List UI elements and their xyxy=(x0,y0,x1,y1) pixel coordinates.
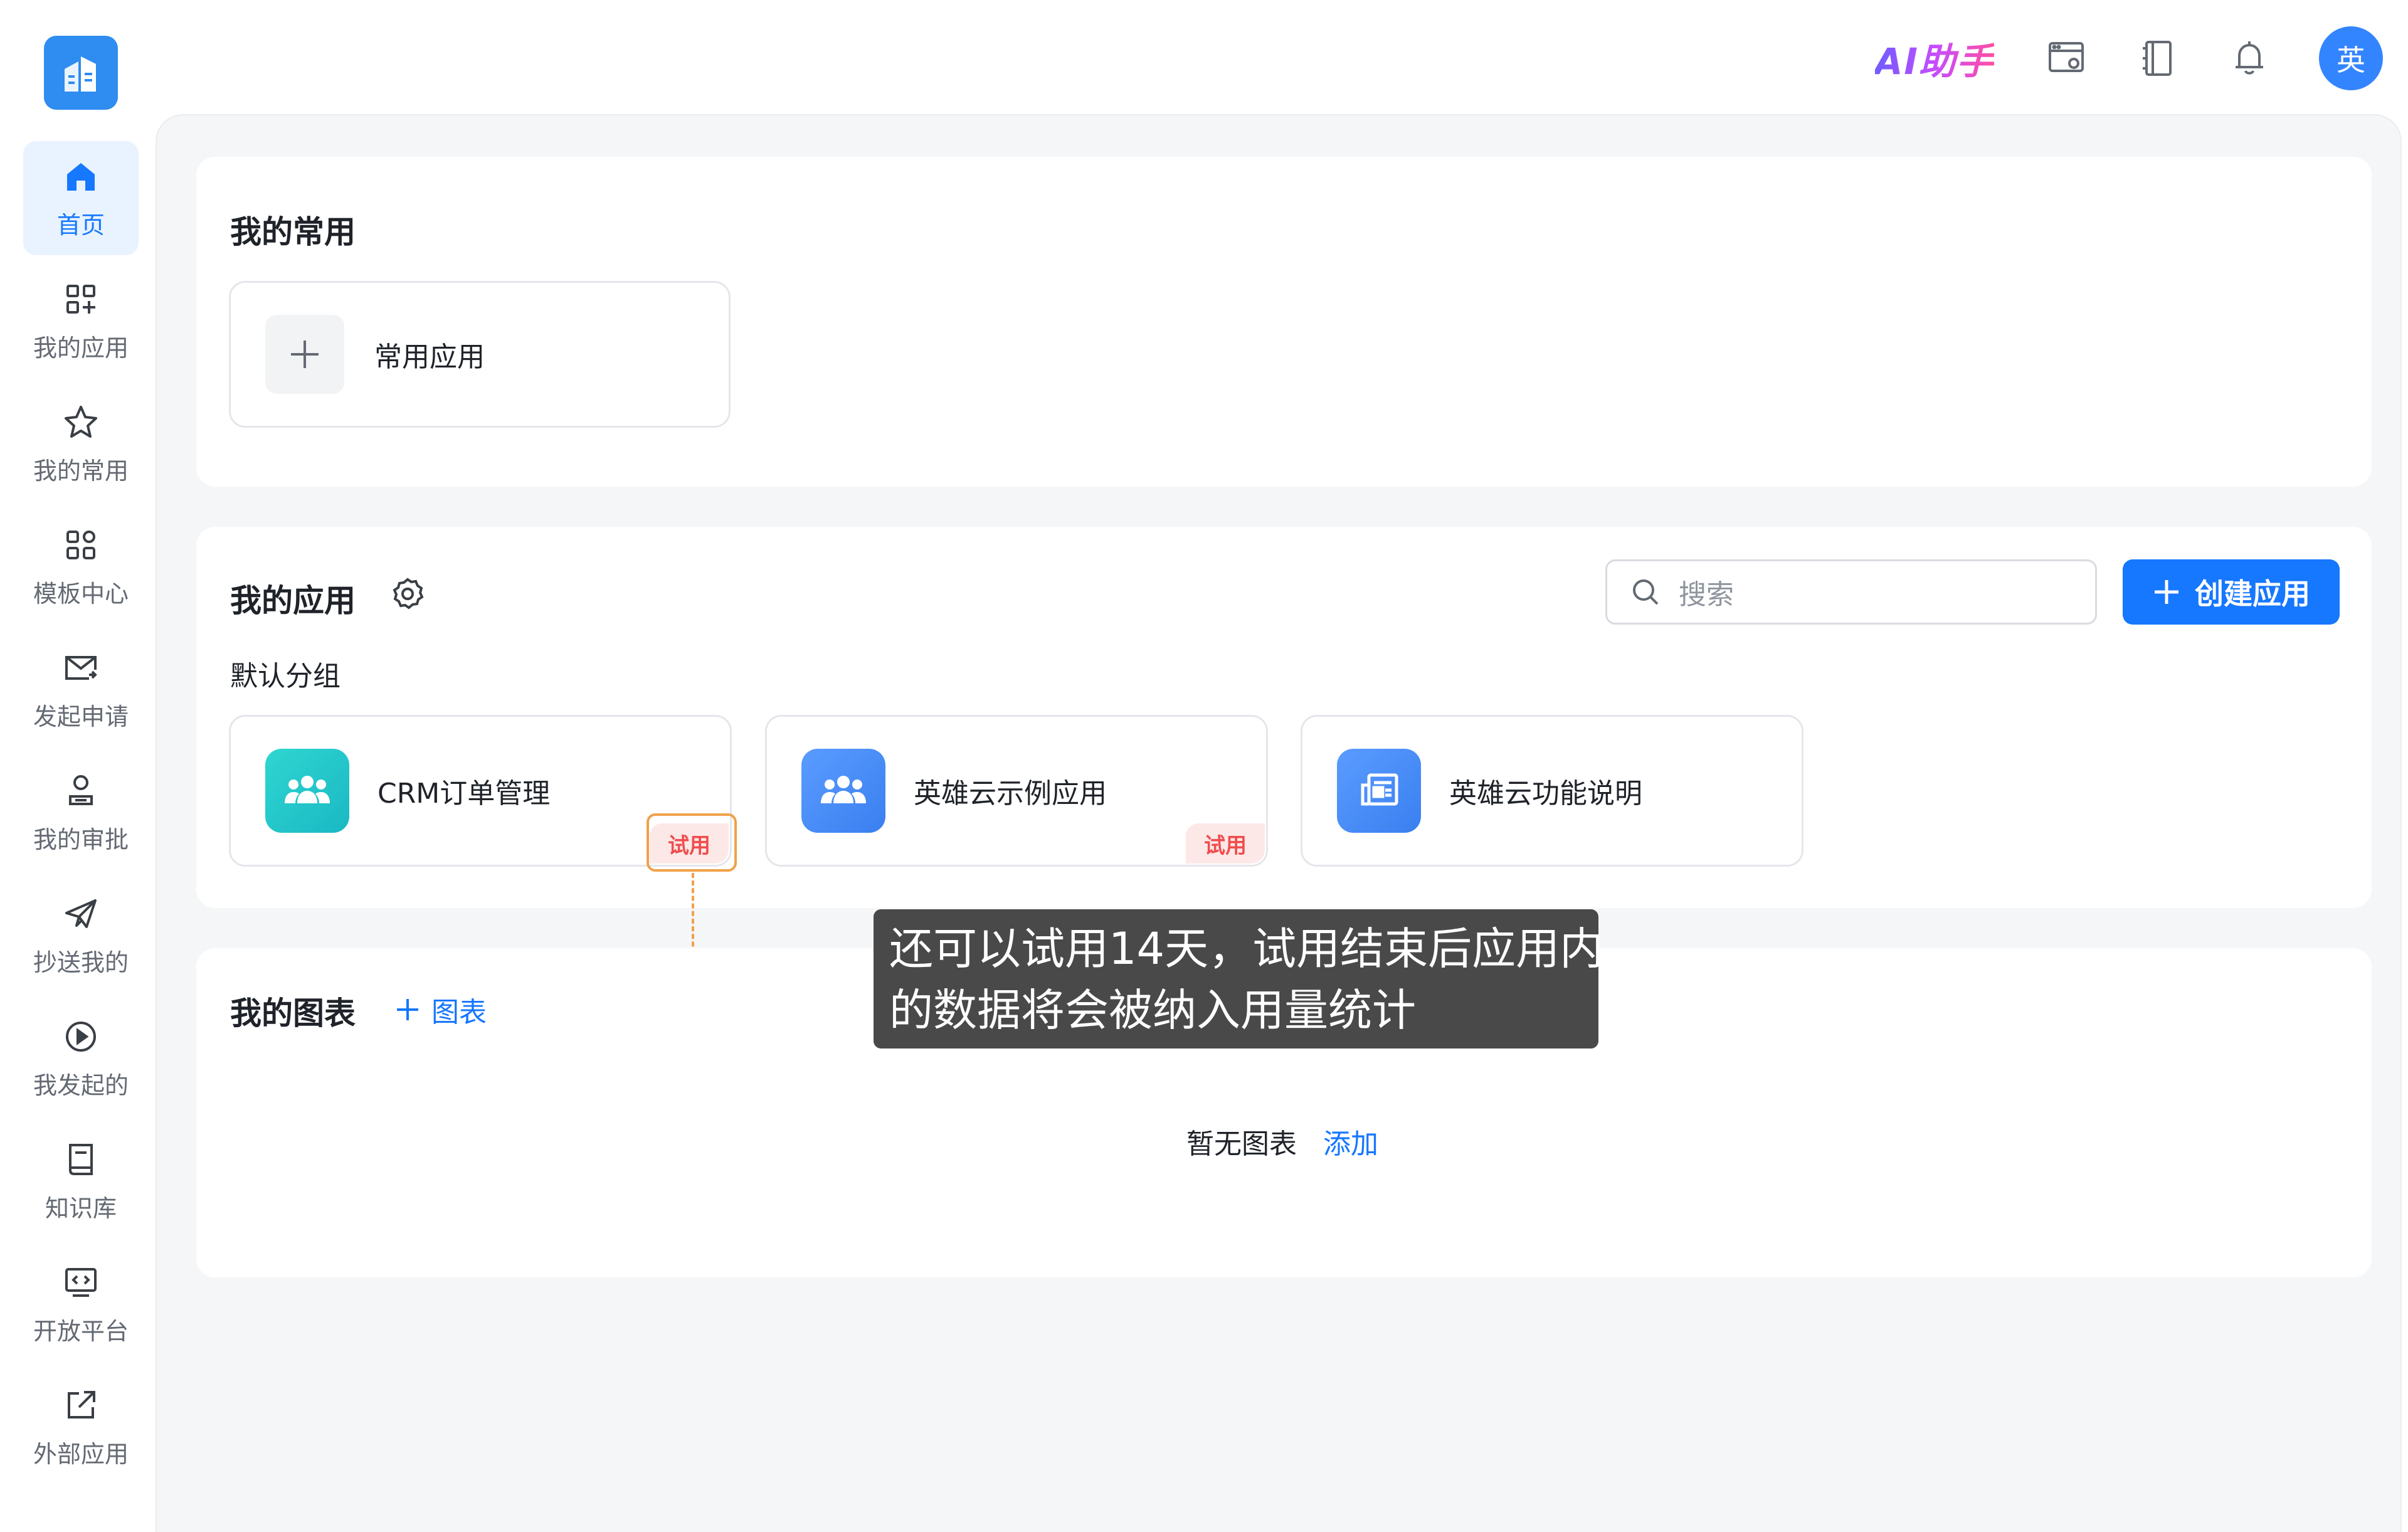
external-link-icon xyxy=(61,1386,100,1425)
sidebar-item-external-apps[interactable]: 外部应用 xyxy=(23,1370,139,1484)
sidebar-nav: 首页 我的应用 我的常用 模板中心 发起申请 我的审批 抄送我的 我发起的 知识… xyxy=(6,141,157,1493)
sidebar-item-label: 开放平台 xyxy=(33,1317,129,1345)
search-icon xyxy=(1633,579,1659,605)
paper-plane-icon xyxy=(61,894,100,933)
default-group-label: 默认分组 xyxy=(230,660,341,692)
sidebar-item-my-apps[interactable]: 我的应用 xyxy=(23,264,139,378)
sidebar-item-label: 抄送我的 xyxy=(33,948,129,976)
add-chart-link[interactable]: 添加 xyxy=(1323,1121,1378,1161)
mail-send-icon xyxy=(61,648,100,687)
person-approve-icon xyxy=(61,771,100,810)
trial-tooltip: 还可以试用14天，试用结束后应用内 的数据将会被纳入用量统计 xyxy=(874,909,1604,1049)
create-app-label: 创建应用 xyxy=(2195,577,2310,611)
browser-settings-icon[interactable] xyxy=(2044,36,2088,80)
app-card-sample[interactable]: 英雄云示例应用 试用 xyxy=(765,715,1268,867)
sidebar-item-label: 我的审批 xyxy=(33,825,129,853)
sidebar-item-label: 外部应用 xyxy=(33,1440,129,1468)
ai-assistant-button[interactable]: AI助手 xyxy=(1875,32,1994,85)
add-favorite-app-card[interactable]: 常用应用 xyxy=(229,281,731,428)
sidebar-item-label: 首页 xyxy=(56,211,105,239)
sidebar-item-cc-me[interactable]: 抄送我的 xyxy=(23,879,139,993)
sidebar-item-label: 发起申请 xyxy=(33,702,129,731)
tooltip-line: 的数据将会被纳入用量统计 xyxy=(889,985,1416,1036)
empty-text: 暂无图表 xyxy=(1186,1128,1297,1160)
book-icon xyxy=(61,1140,100,1179)
add-chart-label: 图表 xyxy=(431,996,487,1028)
sidebar-item-initiated[interactable]: 我发起的 xyxy=(23,1001,139,1116)
trial-badge: 试用 xyxy=(1186,823,1265,864)
app-card-feature-guide[interactable]: 英雄云功能说明 xyxy=(1301,715,1803,867)
sidebar-item-label: 知识库 xyxy=(45,1194,117,1222)
trial-highlight-box xyxy=(647,813,737,872)
plus-icon xyxy=(397,999,418,1020)
building-logo-icon xyxy=(65,56,96,92)
notebook-icon[interactable] xyxy=(2136,36,2180,80)
my-apps-title: 我的应用 xyxy=(230,583,356,619)
sidebar-item-open-platform[interactable]: 开放平台 xyxy=(23,1247,139,1361)
code-monitor-icon xyxy=(61,1263,100,1302)
charts-title: 我的图表 xyxy=(230,995,356,1032)
sidebar-item-label: 模板中心 xyxy=(33,579,129,608)
plus-icon xyxy=(291,341,319,368)
team-icon xyxy=(265,749,349,833)
sidebar-item-label: 我发起的 xyxy=(33,1071,129,1099)
add-chart-button[interactable]: 图表 xyxy=(395,990,487,1030)
bell-icon[interactable] xyxy=(2227,36,2271,80)
top-toolbar: AI助手 英 xyxy=(1875,25,2383,92)
sidebar-item-label: 我的常用 xyxy=(33,457,129,485)
sidebar-item-label: 我的应用 xyxy=(33,334,129,362)
favorites-title: 我的常用 xyxy=(230,214,356,250)
document-icon xyxy=(1337,749,1421,833)
plus-icon xyxy=(2155,580,2178,604)
sidebar-item-templates[interactable]: 模板中心 xyxy=(23,510,139,624)
sidebar-item-home[interactable]: 首页 xyxy=(23,141,139,255)
app-logo[interactable] xyxy=(44,36,118,110)
template-grid-icon xyxy=(61,526,100,564)
home-icon xyxy=(61,157,100,196)
sidebar-item-knowledge-base[interactable]: 知识库 xyxy=(23,1124,139,1239)
add-favorite-button[interactable] xyxy=(265,315,344,394)
app-search-input[interactable]: 搜索 xyxy=(1605,559,2097,625)
search-placeholder: 搜索 xyxy=(1679,579,1734,611)
app-name: CRM订单管理 xyxy=(378,778,551,810)
sidebar-item-favorites[interactable]: 我的常用 xyxy=(23,387,139,501)
create-app-button[interactable]: 创建应用 xyxy=(2123,559,2340,625)
sidebar-item-my-approvals[interactable]: 我的审批 xyxy=(23,756,139,870)
user-avatar[interactable]: 英 xyxy=(2319,26,2383,90)
team-icon xyxy=(801,749,885,833)
apps-grid-plus-icon xyxy=(61,280,100,319)
sidebar-item-submit-request[interactable]: 发起申请 xyxy=(23,633,139,747)
app-settings-icon[interactable] xyxy=(390,576,425,611)
star-icon xyxy=(61,403,100,441)
app-name: 英雄云示例应用 xyxy=(914,778,1107,810)
app-name: 英雄云功能说明 xyxy=(1449,778,1642,810)
tooltip-line: 还可以试用14天，试用结束后应用内 xyxy=(889,923,1604,975)
charts-empty-state: 暂无图表 添加 xyxy=(1186,1121,1378,1161)
add-favorite-label: 常用应用 xyxy=(374,341,485,373)
play-circle-icon xyxy=(61,1017,100,1056)
